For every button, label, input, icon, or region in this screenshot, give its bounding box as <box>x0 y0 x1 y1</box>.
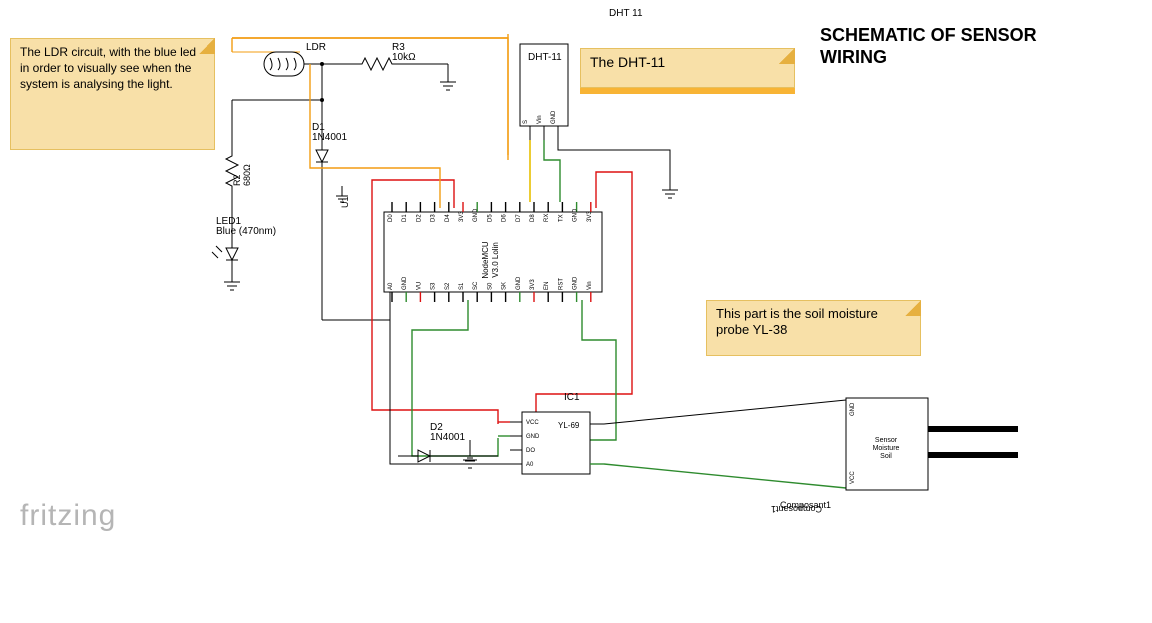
svg-text:Soil: Soil <box>880 453 892 460</box>
svg-text:VCC: VCC <box>850 471 856 484</box>
svg-text:TX: TX <box>558 214 564 222</box>
svg-text:S1: S1 <box>459 282 465 290</box>
svg-text:NodeMCU: NodeMCU <box>481 241 490 279</box>
svg-text:D1: D1 <box>402 214 408 222</box>
svg-text:GND: GND <box>526 434 540 440</box>
svg-text:680Ω: 680Ω <box>242 164 252 186</box>
svg-text:A0: A0 <box>526 462 534 468</box>
svg-text:S: S <box>523 120 529 124</box>
svg-text:D3: D3 <box>431 214 437 222</box>
svg-text:VU: VU <box>416 282 422 290</box>
svg-text:D4: D4 <box>445 214 451 222</box>
schematic-svg: LDR R3 10kΩ R2 680Ω D1 1N4001 LED1 Blue … <box>0 0 1152 623</box>
svg-text:1N4001: 1N4001 <box>312 132 347 143</box>
svg-text:R2: R2 <box>232 174 242 186</box>
svg-text:DO: DO <box>526 448 535 454</box>
svg-text:D8: D8 <box>530 214 536 222</box>
svg-text:S0: S0 <box>487 282 493 290</box>
svg-text:GND: GND <box>573 208 579 222</box>
svg-text:YL-69: YL-69 <box>558 421 580 430</box>
svg-text:GND: GND <box>850 402 856 416</box>
svg-text:SK: SK <box>502 282 508 290</box>
svg-text:GND: GND <box>551 110 557 124</box>
svg-text:D0: D0 <box>388 214 394 222</box>
svg-text:IC1: IC1 <box>564 392 580 403</box>
svg-text:Blue (470nm): Blue (470nm) <box>216 226 276 237</box>
svg-text:SC: SC <box>473 281 479 290</box>
svg-text:3V3: 3V3 <box>459 211 465 222</box>
svg-text:Moisture: Moisture <box>873 445 900 452</box>
svg-text:Vin: Vin <box>537 115 543 124</box>
svg-text:Vin: Vin <box>587 281 593 290</box>
svg-text:3V3: 3V3 <box>530 279 536 290</box>
svg-text:VCC: VCC <box>526 420 539 426</box>
svg-text:D5: D5 <box>487 214 493 222</box>
svg-text:S3: S3 <box>431 282 437 290</box>
svg-text:EN: EN <box>544 282 550 290</box>
svg-text:GND: GND <box>516 276 522 290</box>
svg-text:1N4001: 1N4001 <box>430 432 465 443</box>
svg-text:V3.0 Lolin: V3.0 Lolin <box>491 242 500 278</box>
svg-text:GND: GND <box>473 208 479 222</box>
svg-text:Sensor: Sensor <box>875 437 898 444</box>
svg-text:RST: RST <box>558 278 564 290</box>
svg-text:D7: D7 <box>516 214 522 222</box>
svg-text:D6: D6 <box>502 214 508 222</box>
svg-text:10kΩ: 10kΩ <box>392 52 416 63</box>
svg-text:D2: D2 <box>416 214 422 222</box>
svg-text:DHT-11: DHT-11 <box>528 52 562 63</box>
svg-text:GND: GND <box>402 276 408 290</box>
svg-text:A0: A0 <box>388 282 394 290</box>
svg-text:RX: RX <box>544 214 550 222</box>
svg-text:GND: GND <box>573 276 579 290</box>
svg-text:Composant1: Composant1 <box>780 500 831 510</box>
svg-text:3V3: 3V3 <box>587 211 593 222</box>
svg-text:S2: S2 <box>445 282 451 290</box>
svg-text:LDR: LDR <box>306 42 326 53</box>
